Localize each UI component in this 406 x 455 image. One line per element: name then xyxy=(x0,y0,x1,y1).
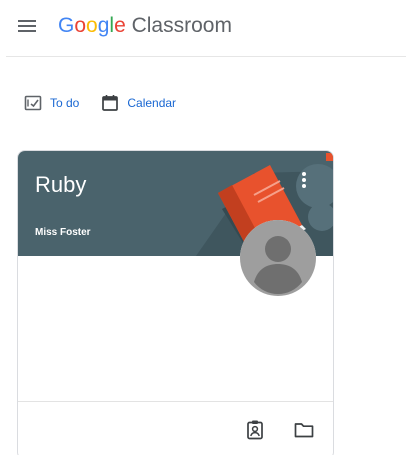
nav-todo-link[interactable]: To do xyxy=(24,94,79,112)
card-footer-divider xyxy=(18,401,333,402)
top-nav: To do Calendar xyxy=(24,92,176,114)
assignment-ind-icon[interactable] xyxy=(244,419,266,441)
brand-letter-o1: o xyxy=(74,14,87,37)
brand-letter-o2: o xyxy=(86,14,98,37)
nav-calendar-label: Calendar xyxy=(127,96,177,110)
brand-letter-e: e xyxy=(114,14,126,37)
folder-icon[interactable] xyxy=(293,419,315,441)
brand-suffix: Classroom xyxy=(125,14,232,37)
more-vert-icon[interactable] xyxy=(297,169,311,191)
default-avatar-icon xyxy=(240,220,316,296)
google-classroom-logo[interactable]: Google Classroom xyxy=(58,12,232,40)
brand-letter-g1: G xyxy=(58,14,75,37)
class-card[interactable]: Ruby Miss Foster xyxy=(17,150,334,455)
classroom-app: Google Classroom To do Calendar Ruby Mis… xyxy=(0,0,406,455)
header-divider xyxy=(6,56,406,57)
brand-letter-g2: g xyxy=(97,14,110,37)
teacher-name[interactable]: Miss Foster xyxy=(35,227,91,238)
hamburger-menu-icon[interactable] xyxy=(18,19,36,33)
top-app-bar: Google Classroom xyxy=(0,0,406,54)
class-name[interactable]: Ruby xyxy=(35,172,86,198)
nav-calendar-link[interactable]: Calendar xyxy=(101,94,176,112)
todo-checklist-icon xyxy=(24,95,42,111)
teacher-avatar xyxy=(240,220,316,296)
calendar-icon xyxy=(102,95,119,111)
nav-todo-label: To do xyxy=(50,96,80,110)
